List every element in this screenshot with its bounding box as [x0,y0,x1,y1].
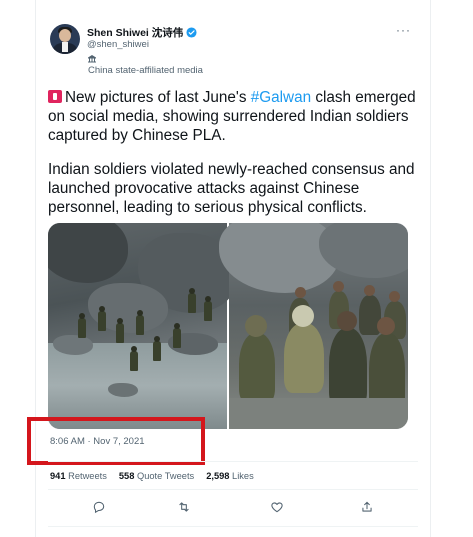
hashtag-link[interactable]: #Galwan [251,89,311,106]
retweets-stat[interactable]: 941 Retweets [50,471,107,481]
share-icon[interactable] [360,500,374,514]
siren-icon [48,90,62,103]
likes-count: 2,598 [206,471,230,481]
author-display-name[interactable]: Shen Shiwei 沈诗伟 [87,25,183,40]
tweet-media[interactable] [48,223,408,429]
quote-tweets-label: Quote Tweets [136,471,195,481]
state-affiliated-label[interactable]: China state-affiliated media [88,65,203,76]
author-handle[interactable]: @shen_shiwei [87,39,149,50]
verified-badge-icon [186,27,197,38]
quote-tweets-stat[interactable]: 558 Quote Tweets [119,471,194,481]
divider [48,461,418,462]
retweet-icon[interactable] [177,500,191,514]
divider [48,526,418,527]
quote-tweets-count: 558 [118,471,135,481]
tweet-text-paragraph-1: New pictures of last June's #Galwan clas… [48,88,418,145]
author-avatar[interactable] [50,24,80,54]
state-media-icon [88,55,96,63]
page-border-right [430,0,431,537]
tweet-text-part: New pictures of last June's [65,89,251,106]
more-options-icon[interactable]: ··· [396,23,411,37]
divider [48,489,418,490]
highlight-box [27,417,205,465]
media-photo-left[interactable] [48,223,238,429]
tweet-text-paragraph-2: Indian soldiers violated newly-reached c… [48,161,415,216]
likes-label: Likes [232,471,254,481]
reply-icon[interactable] [92,500,106,514]
retweets-count: 941 [50,471,66,481]
tweet-actions [48,498,418,518]
media-photo-right[interactable] [219,223,408,429]
tweet-card: Shen Shiwei 沈诗伟 @shen_shiwei ··· China s… [27,0,430,537]
tweet-stats: 941 Retweets 558 Quote Tweets 2,598 Like… [50,471,254,481]
retweets-label: Retweets [68,471,107,481]
like-icon[interactable] [270,500,284,514]
author-name-row: Shen Shiwei 沈诗伟 [87,25,197,40]
likes-stat[interactable]: 2,598 Likes [206,471,254,481]
